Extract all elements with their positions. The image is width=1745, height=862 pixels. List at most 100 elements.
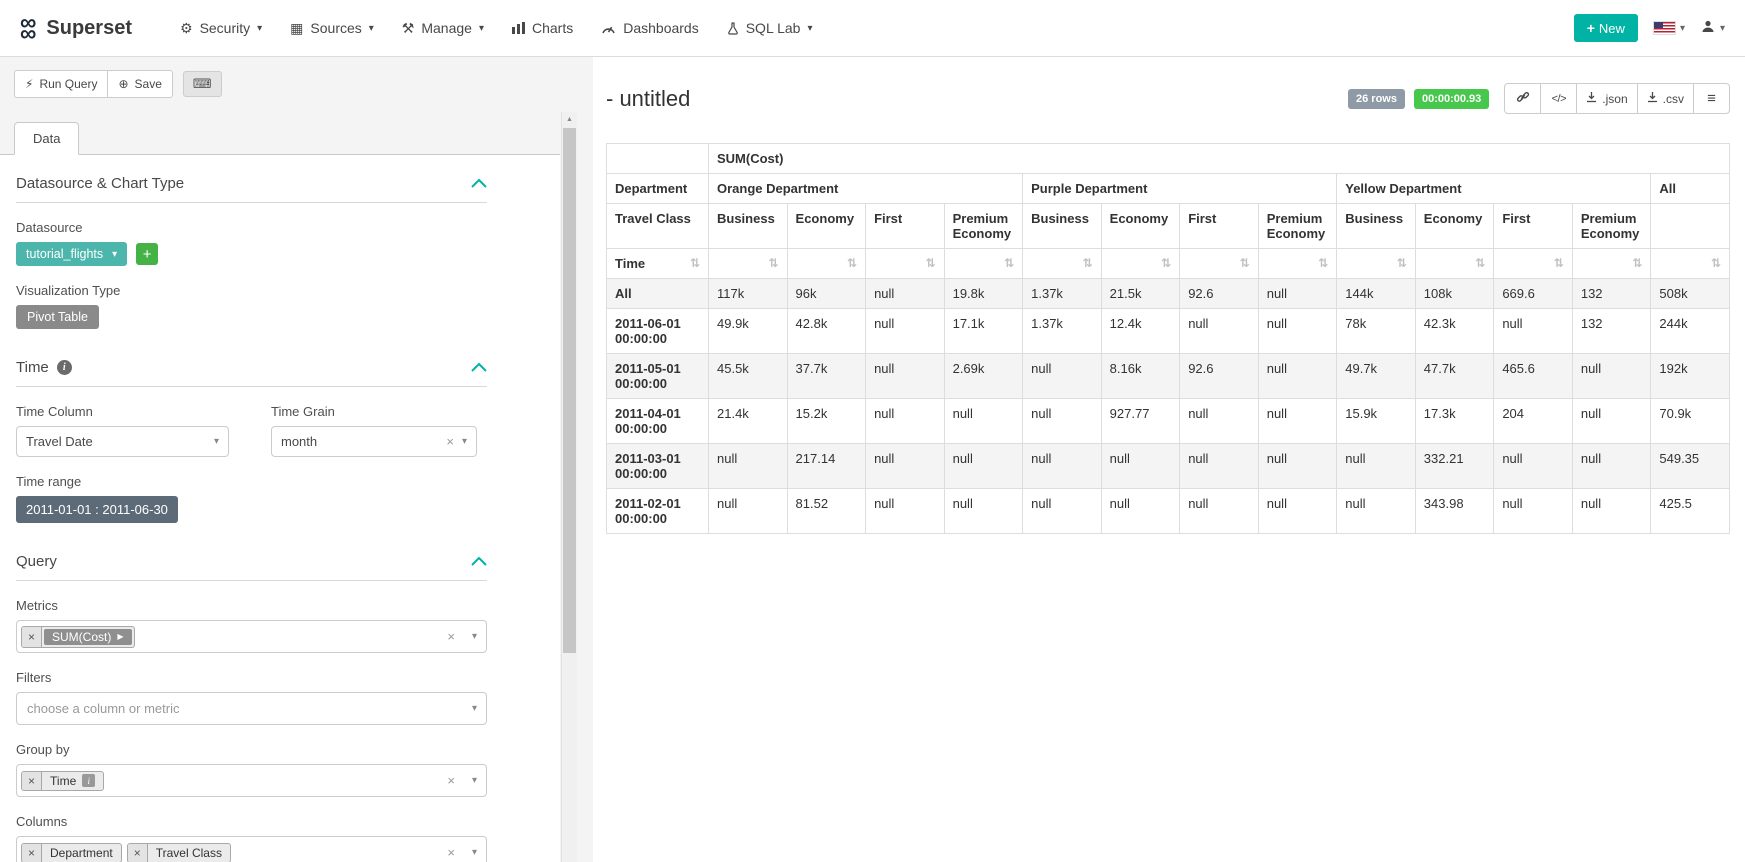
nav-item-sources[interactable]: ▦Sources▾ xyxy=(276,0,388,56)
groupby-tag-time[interactable]: × Time i xyxy=(21,771,104,791)
plus-circle-icon: ⊕ xyxy=(118,77,128,91)
clear-icon[interactable]: × xyxy=(447,773,455,788)
filters-placeholder: choose a column or metric xyxy=(21,701,472,716)
column-sort-header[interactable]: ⇅ xyxy=(787,249,866,279)
language-selector[interactable]: ▾ xyxy=(1654,22,1685,34)
travel-class-header: First xyxy=(866,204,945,249)
sort-icon[interactable]: ⇅ xyxy=(1397,256,1407,270)
viz-type-select[interactable]: Pivot Table xyxy=(16,305,99,329)
nav-item-manage[interactable]: ⚒Manage▾ xyxy=(388,0,498,56)
column-sort-header[interactable]: ⇅ xyxy=(1415,249,1494,279)
section-header-time[interactable]: Time i xyxy=(16,359,487,387)
pivot-cell: 132 xyxy=(1572,309,1651,354)
columns-select[interactable]: × Department × Travel Class xyxy=(16,836,487,862)
column-sort-header[interactable]: ⇅ xyxy=(944,249,1023,279)
add-datasource-button[interactable]: + xyxy=(136,243,158,265)
sort-icon[interactable]: ⇅ xyxy=(690,256,700,270)
sort-icon[interactable]: ⇅ xyxy=(926,256,936,270)
pivot-cell: 19.8k xyxy=(944,279,1023,309)
export-csv-button[interactable]: .csv xyxy=(1637,83,1694,114)
pivot-cell: null xyxy=(1337,489,1416,534)
sort-icon[interactable]: ⇅ xyxy=(1161,256,1171,270)
save-button[interactable]: ⊕ Save xyxy=(107,70,172,98)
sort-icon[interactable]: ⇅ xyxy=(1083,256,1093,270)
scrollbar-thumb[interactable] xyxy=(563,128,576,653)
sort-icon[interactable]: ⇅ xyxy=(1004,256,1014,270)
sort-icon[interactable]: ⇅ xyxy=(1554,256,1564,270)
sort-icon[interactable]: ⇅ xyxy=(1711,256,1721,270)
table-options-button[interactable]: ≡ xyxy=(1693,83,1730,114)
sort-icon[interactable]: ⇅ xyxy=(1240,256,1250,270)
share-link-button[interactable] xyxy=(1504,83,1541,114)
column-sort-header[interactable]: ⇅ xyxy=(1180,249,1259,279)
pivot-row: 2011-04-01 00:00:0021.4k15.2knullnullnul… xyxy=(607,399,1730,444)
time-range-button[interactable]: 2011-01-01 : 2011-06-30 xyxy=(16,496,178,523)
pivot-cell: null xyxy=(944,444,1023,489)
column-sort-header[interactable]: ⇅ xyxy=(1258,249,1337,279)
panel-scrollbar[interactable]: ▲ xyxy=(561,112,577,862)
filters-select[interactable]: choose a column or metric ▾ xyxy=(16,692,487,725)
tab-data[interactable]: Data xyxy=(14,122,79,155)
metric-tag[interactable]: × SUM(Cost) ▶ xyxy=(21,626,135,648)
remove-metric-icon[interactable]: × xyxy=(22,627,42,647)
nav-item-security[interactable]: ⚙Security▾ xyxy=(166,0,276,56)
nav-item-sql-lab[interactable]: SQL Lab▾ xyxy=(713,0,827,56)
columns-tag-travel-class[interactable]: × Travel Class xyxy=(127,843,231,862)
run-query-button[interactable]: ⚡ Run Query xyxy=(14,70,108,98)
chevron-down-icon: ▾ xyxy=(479,23,484,34)
pivot-cell: 12.4k xyxy=(1101,309,1180,354)
nav-item-dashboards[interactable]: Dashboards xyxy=(587,0,713,56)
travel-class-header: Premium Economy xyxy=(1258,204,1337,249)
view-query-button[interactable]: </> xyxy=(1540,83,1577,114)
pivot-cell: null xyxy=(1258,489,1337,534)
sort-icon[interactable]: ⇅ xyxy=(768,256,778,270)
metrics-select[interactable]: × SUM(Cost) ▶ × ▾ xyxy=(16,620,487,653)
clear-icon[interactable]: × xyxy=(446,434,454,449)
chevron-down-icon: ▾ xyxy=(1720,23,1725,34)
remove-tag-icon[interactable]: × xyxy=(22,844,42,862)
keyboard-shortcuts-button[interactable]: ⌨ xyxy=(183,71,222,97)
sort-icon[interactable]: ⇅ xyxy=(1318,256,1328,270)
remove-tag-icon[interactable]: × xyxy=(22,772,42,790)
time-sort-header[interactable]: Time ⇅ xyxy=(607,249,709,279)
export-json-button[interactable]: .json xyxy=(1576,83,1637,114)
sort-icon[interactable]: ⇅ xyxy=(847,256,857,270)
pivot-cell: 92.6 xyxy=(1180,279,1259,309)
pivot-cell: null xyxy=(866,489,945,534)
pivot-cell: 1.37k xyxy=(1023,309,1102,354)
column-sort-header[interactable]: ⇅ xyxy=(709,249,788,279)
column-sort-header[interactable]: ⇅ xyxy=(1023,249,1102,279)
time-column-select[interactable]: Travel Date ▾ xyxy=(16,426,229,457)
filters-label: Filters xyxy=(16,670,487,685)
sort-icon[interactable]: ⇅ xyxy=(1475,256,1485,270)
pivot-cell: 549.35 xyxy=(1651,444,1730,489)
datasource-select[interactable]: tutorial_flights ▾ xyxy=(16,242,127,266)
columns-tag-department[interactable]: × Department xyxy=(21,843,122,862)
travel-class-header: Business xyxy=(1023,204,1102,249)
chart-title[interactable]: - untitled xyxy=(606,86,690,112)
query-toolbar: ⚡ Run Query ⊕ Save ⌨ xyxy=(14,70,577,98)
column-sort-header[interactable]: ⇅ xyxy=(1651,249,1730,279)
column-sort-header[interactable]: ⇅ xyxy=(1572,249,1651,279)
brand[interactable]: ∞ ∞ Superset xyxy=(20,15,132,41)
column-sort-header[interactable]: ⇅ xyxy=(1101,249,1180,279)
remove-tag-icon[interactable]: × xyxy=(128,844,148,862)
clear-icon[interactable]: × xyxy=(447,629,455,644)
chevron-down-icon: ▾ xyxy=(1680,23,1685,34)
section-header-datasource[interactable]: Datasource & Chart Type xyxy=(16,175,487,203)
explore-control-panel: ⚡ Run Query ⊕ Save ⌨ Data xyxy=(0,57,577,862)
sort-icon[interactable]: ⇅ xyxy=(1632,256,1642,270)
group-by-select[interactable]: × Time i × ▾ xyxy=(16,764,487,797)
section-header-query[interactable]: Query xyxy=(16,553,487,581)
nav-item-charts[interactable]: Charts xyxy=(498,0,587,56)
column-sort-header[interactable]: ⇅ xyxy=(1337,249,1416,279)
user-menu[interactable]: ▾ xyxy=(1701,19,1725,38)
time-grain-select[interactable]: month × ▾ xyxy=(271,426,477,457)
metric-caret-icon: ▶ xyxy=(117,632,123,641)
column-sort-header[interactable]: ⇅ xyxy=(1494,249,1573,279)
column-sort-header[interactable]: ⇅ xyxy=(866,249,945,279)
pivot-cell: null xyxy=(1572,489,1651,534)
new-button[interactable]: + New xyxy=(1574,14,1638,42)
pivot-cell: 17.3k xyxy=(1415,399,1494,444)
clear-icon[interactable]: × xyxy=(447,845,455,860)
